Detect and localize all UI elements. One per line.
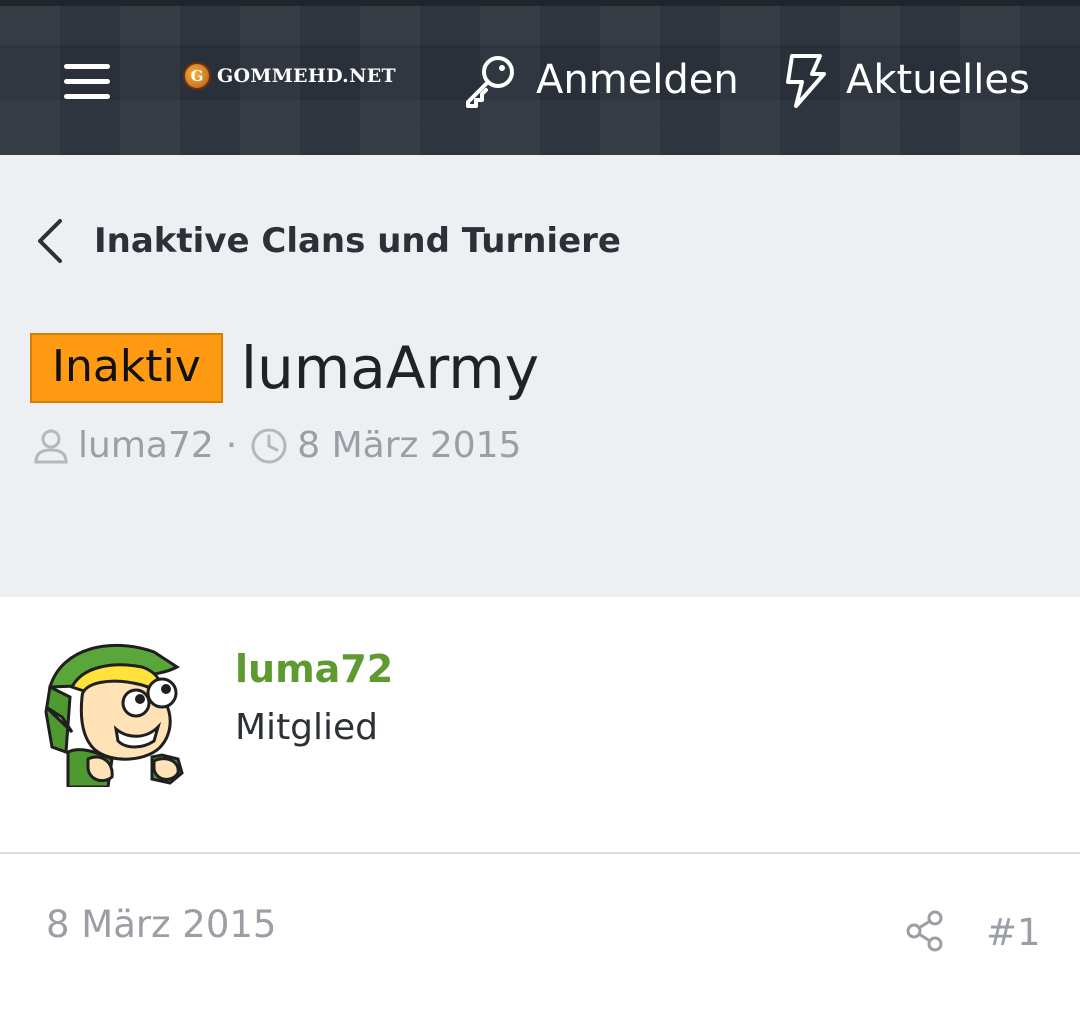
key-icon xyxy=(466,56,514,108)
thread-header: Inaktive Clans und Turniere Inaktiv luma… xyxy=(0,155,1080,597)
login-link[interactable]: Anmelden xyxy=(462,52,739,108)
user-icon xyxy=(34,429,68,463)
thread-meta: luma72 · 8 März 2015 xyxy=(32,425,521,466)
news-label: Aktuelles xyxy=(846,57,1030,103)
share-icon[interactable] xyxy=(905,909,945,953)
logo-text: GOMMEHD.NET xyxy=(217,65,396,87)
bolt-icon xyxy=(786,54,826,108)
clock-icon xyxy=(251,428,287,463)
thread-title-row: Inaktiv lumaArmy xyxy=(30,333,540,404)
breadcrumb[interactable]: Inaktive Clans und Turniere xyxy=(34,217,621,265)
chevron-left-icon xyxy=(38,219,62,263)
meta-separator: · xyxy=(225,425,238,466)
avatar[interactable] xyxy=(42,637,192,787)
divider xyxy=(0,852,1080,854)
thread-starter[interactable]: luma72 xyxy=(78,425,214,466)
status-badge[interactable]: Inaktiv xyxy=(30,333,223,404)
post: luma72 Mitglied 8 März 2015 #1 xyxy=(0,597,1080,1011)
post-author[interactable]: luma72 xyxy=(235,647,393,691)
site-logo[interactable]: G GOMMEHD.NET xyxy=(183,62,396,90)
page-title: lumaArmy xyxy=(240,334,540,403)
menu-icon[interactable] xyxy=(60,58,114,106)
logo-badge-icon: G xyxy=(183,62,211,90)
user-title: Mitglied xyxy=(235,707,379,748)
top-navigation-bar: G GOMMEHD.NET Anmelden Aktuelles xyxy=(0,0,1080,155)
news-link[interactable]: Aktuelles xyxy=(784,52,1030,108)
breadcrumb-label: Inaktive Clans und Turniere xyxy=(94,221,621,261)
thread-date[interactable]: 8 März 2015 xyxy=(297,425,521,466)
post-date[interactable]: 8 März 2015 xyxy=(46,903,276,946)
login-label: Anmelden xyxy=(536,57,739,103)
post-number-link[interactable]: #1 xyxy=(986,911,1041,954)
